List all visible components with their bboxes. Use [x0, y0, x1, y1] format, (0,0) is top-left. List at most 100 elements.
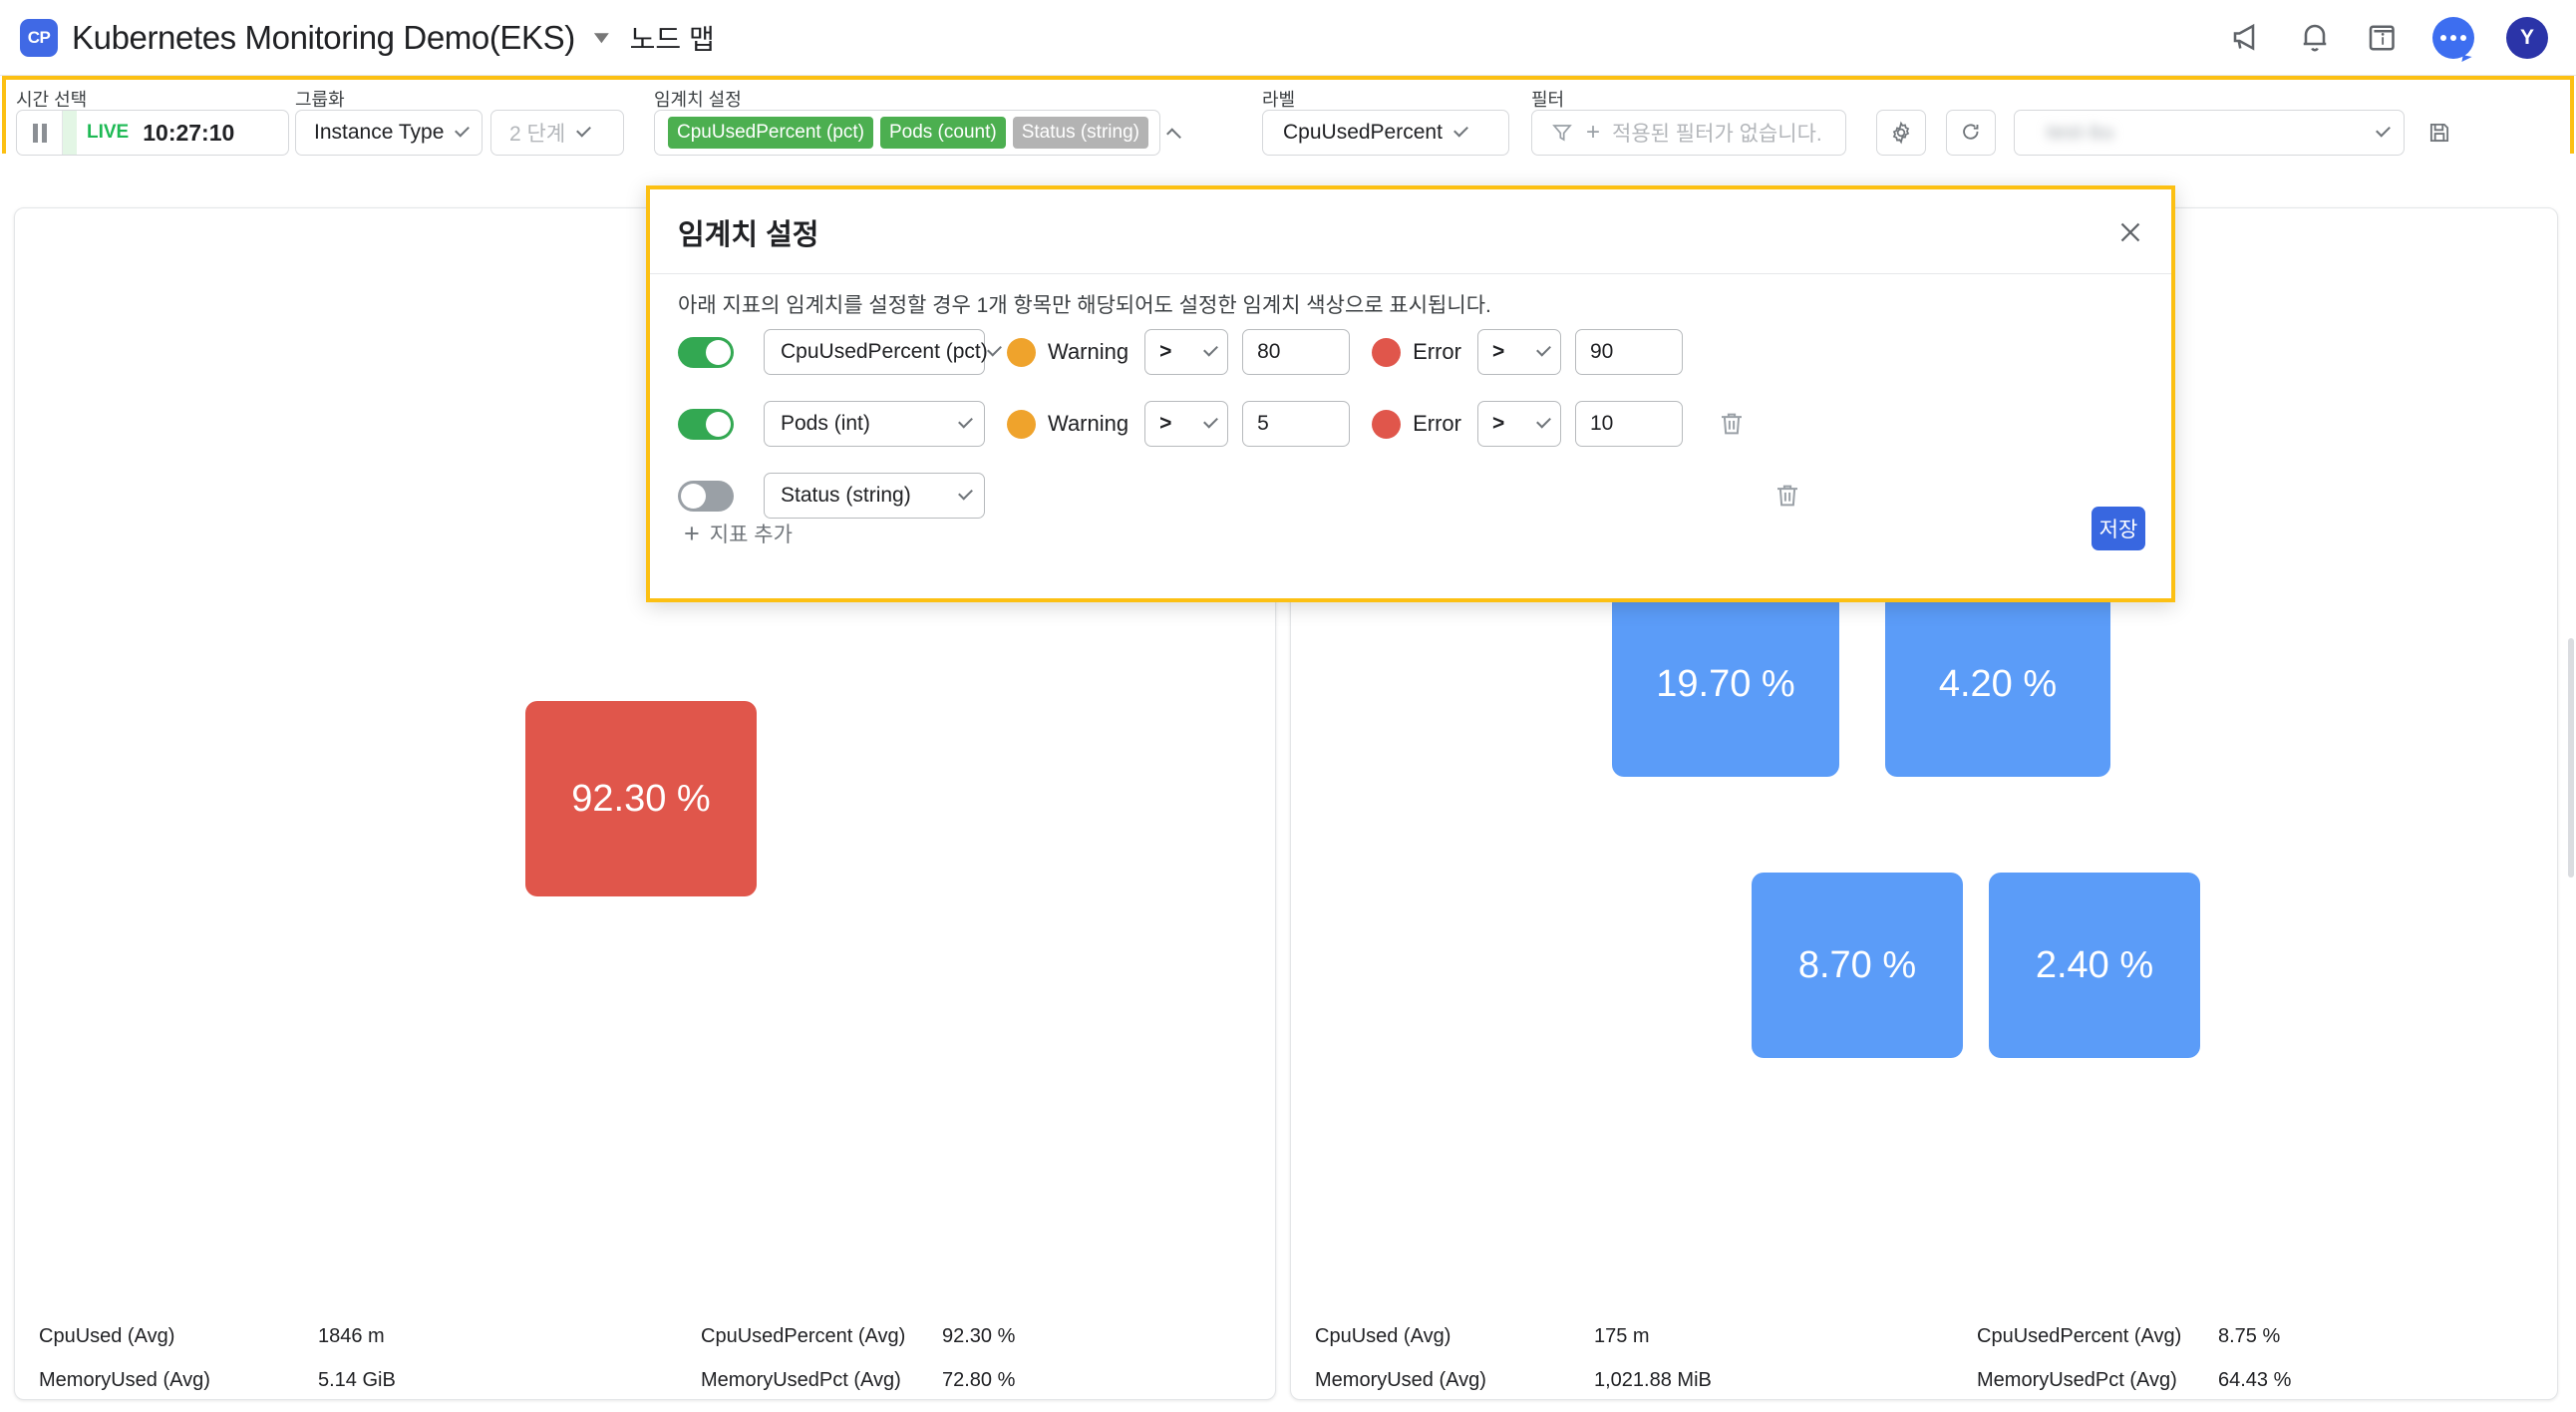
group-by-primary-select[interactable]: Instance Type [295, 110, 483, 156]
stat-value: 72.80 % [942, 1369, 1016, 1391]
dialog-description: 아래 지표의 임계치를 설정할 경우 1개 항목만 해당되어도 설정한 임계치 … [678, 294, 1491, 317]
error-operator-value: > [1492, 340, 1505, 363]
chevron-down-icon [576, 122, 592, 138]
refresh-button[interactable] [1946, 110, 1996, 156]
delete-row-icon[interactable] [1717, 409, 1747, 439]
error-label: Error [1413, 339, 1461, 364]
stat-value: 92.30 % [942, 1325, 1016, 1347]
stat-value: 175 m [1594, 1325, 1650, 1347]
node-tile[interactable]: 4.20 % [1885, 591, 2110, 777]
filter-label: 필터 [1531, 90, 1565, 110]
guidebook-icon[interactable] [2365, 20, 2401, 56]
settings-gear-button[interactable] [1876, 110, 1926, 156]
node-tile-value: 2.40 % [2035, 943, 2154, 986]
node-stats: CpuUsed (Avg) 175 m CpuUsedPercent (Avg)… [1291, 1307, 2557, 1399]
stat-name: CpuUsed (Avg) [1315, 1325, 1451, 1347]
saved-view-select[interactable]: test-bu [2014, 110, 2405, 156]
label-select-label: 라벨 [1262, 90, 1296, 110]
threshold-chip[interactable]: Status (string) [1012, 117, 1148, 149]
error-value-input[interactable]: 90 [1575, 329, 1683, 375]
live-time: 10:27:10 [143, 119, 235, 146]
stat-name: MemoryUsedPct (Avg) [701, 1369, 901, 1391]
live-indicator-strip [63, 111, 77, 155]
threshold-enable-toggle[interactable] [678, 408, 734, 440]
chevron-down-icon [986, 341, 1002, 357]
warning-value-input[interactable]: 80 [1242, 329, 1351, 375]
metric-select[interactable]: CpuUsedPercent (pct) [764, 329, 1002, 375]
chevron-down-icon [1203, 341, 1219, 357]
avatar[interactable]: Y [2506, 16, 2548, 59]
stat-name: MemoryUsed (Avg) [1315, 1369, 1486, 1391]
threshold-chip[interactable]: CpuUsedPercent (pct) [668, 117, 873, 149]
group-by-secondary-select[interactable]: 2 단계 [490, 110, 624, 156]
live-badge: LIVE [87, 122, 130, 143]
label-select-value: CpuUsedPercent [1283, 121, 1443, 144]
error-value-input[interactable]: 10 [1575, 401, 1683, 447]
threshold-row: Pods (int) Warning > 5 Error > 10 [678, 401, 1747, 447]
warning-operator-select[interactable]: > [1144, 401, 1229, 447]
error-color-dot [1372, 337, 1402, 367]
node-tile-value: 4.20 % [1938, 662, 2058, 705]
threshold-label: 임계치 설정 [654, 90, 742, 110]
node-tile[interactable]: 8.70 % [1752, 873, 1963, 1058]
stat-value: 1846 m [318, 1325, 385, 1347]
add-metric-label: 지표 추가 [709, 524, 793, 546]
threshold-chips-control[interactable]: CpuUsedPercent (pct) Pods (count) Status… [654, 110, 1181, 156]
node-tile[interactable]: 2.40 % [1989, 873, 2200, 1058]
add-metric-button[interactable]: + 지표 추가 [684, 519, 793, 548]
threshold-enable-toggle[interactable] [678, 480, 734, 512]
metric-select[interactable]: Pods (int) [764, 401, 985, 447]
warning-color-dot [1007, 409, 1036, 439]
time-select-control[interactable]: LIVE 10:27:10 [16, 110, 289, 156]
warning-label: Warning [1048, 411, 1129, 436]
group-by-primary-value: Instance Type [314, 121, 445, 144]
stat-value: 5.14 GiB [318, 1369, 396, 1391]
breadcrumb: 노드 맵 [629, 23, 715, 55]
filter-control[interactable]: + 적용된 필터가 없습니다. [1531, 110, 1846, 156]
stat-name: CpuUsed (Avg) [39, 1325, 175, 1347]
chat-icon[interactable] [2432, 16, 2474, 59]
stat-value: 1,021.88 MiB [1594, 1369, 1712, 1391]
chevron-down-icon[interactable]: ▼ [589, 29, 614, 46]
filter-placeholder: 적용된 필터가 없습니다. [1612, 123, 1822, 146]
close-icon[interactable] [2113, 215, 2147, 249]
threshold-enable-toggle[interactable] [678, 336, 734, 368]
app-header: CP Kubernetes Monitoring Demo(EKS) ▼ 노드 … [0, 0, 2576, 76]
chevron-down-icon [2376, 122, 2391, 138]
node-tile[interactable]: 19.70 % [1612, 591, 1839, 777]
warning-operator-select[interactable]: > [1144, 329, 1229, 375]
error-operator-select[interactable]: > [1477, 329, 1561, 375]
label-select[interactable]: CpuUsedPercent [1262, 110, 1509, 156]
metric-select-value: CpuUsedPercent (pct) [781, 340, 988, 363]
save-button[interactable]: 저장 [2092, 507, 2145, 550]
chevron-down-icon [455, 122, 471, 138]
megaphone-icon[interactable] [2229, 20, 2265, 56]
chevron-down-icon [958, 485, 973, 501]
bell-icon[interactable] [2297, 20, 2333, 56]
node-tile[interactable]: 92.30 % [525, 701, 757, 896]
threshold-row: CpuUsedPercent (pct) Warning > 80 Error … [678, 329, 1683, 375]
warning-operator-value: > [1159, 412, 1172, 435]
brand-logo[interactable]: CP [20, 18, 58, 57]
chevron-up-icon[interactable] [1166, 128, 1181, 144]
node-tile-value: 92.30 % [571, 777, 711, 820]
stat-name: MemoryUsed (Avg) [39, 1369, 210, 1391]
threshold-chip[interactable]: Pods (count) [879, 117, 1006, 149]
warning-value-input[interactable]: 5 [1242, 401, 1351, 447]
scrollbar[interactable] [2568, 638, 2574, 878]
node-tile-value: 19.70 % [1656, 662, 1795, 705]
delete-row-icon[interactable] [1772, 481, 1802, 511]
pause-icon[interactable] [17, 111, 63, 155]
error-color-dot [1372, 409, 1402, 439]
threshold-settings-dialog: 임계치 설정 아래 지표의 임계치를 설정할 경우 1개 항목만 해당되어도 설… [646, 185, 2175, 602]
add-filter-icon[interactable]: + [1586, 121, 1600, 145]
error-operator-select[interactable]: > [1477, 401, 1561, 447]
page-title: Kubernetes Monitoring Demo(EKS) [72, 18, 575, 56]
error-label: Error [1413, 411, 1461, 436]
warning-operator-value: > [1159, 340, 1172, 363]
group-by-group: 그룹화 Instance Type 2 단계 [295, 80, 654, 156]
save-view-button[interactable] [2409, 110, 2470, 156]
stat-name: CpuUsedPercent (Avg) [1977, 1325, 2182, 1347]
metric-select[interactable]: Status (string) [764, 473, 985, 519]
stat-value: 64.43 % [2218, 1369, 2292, 1391]
